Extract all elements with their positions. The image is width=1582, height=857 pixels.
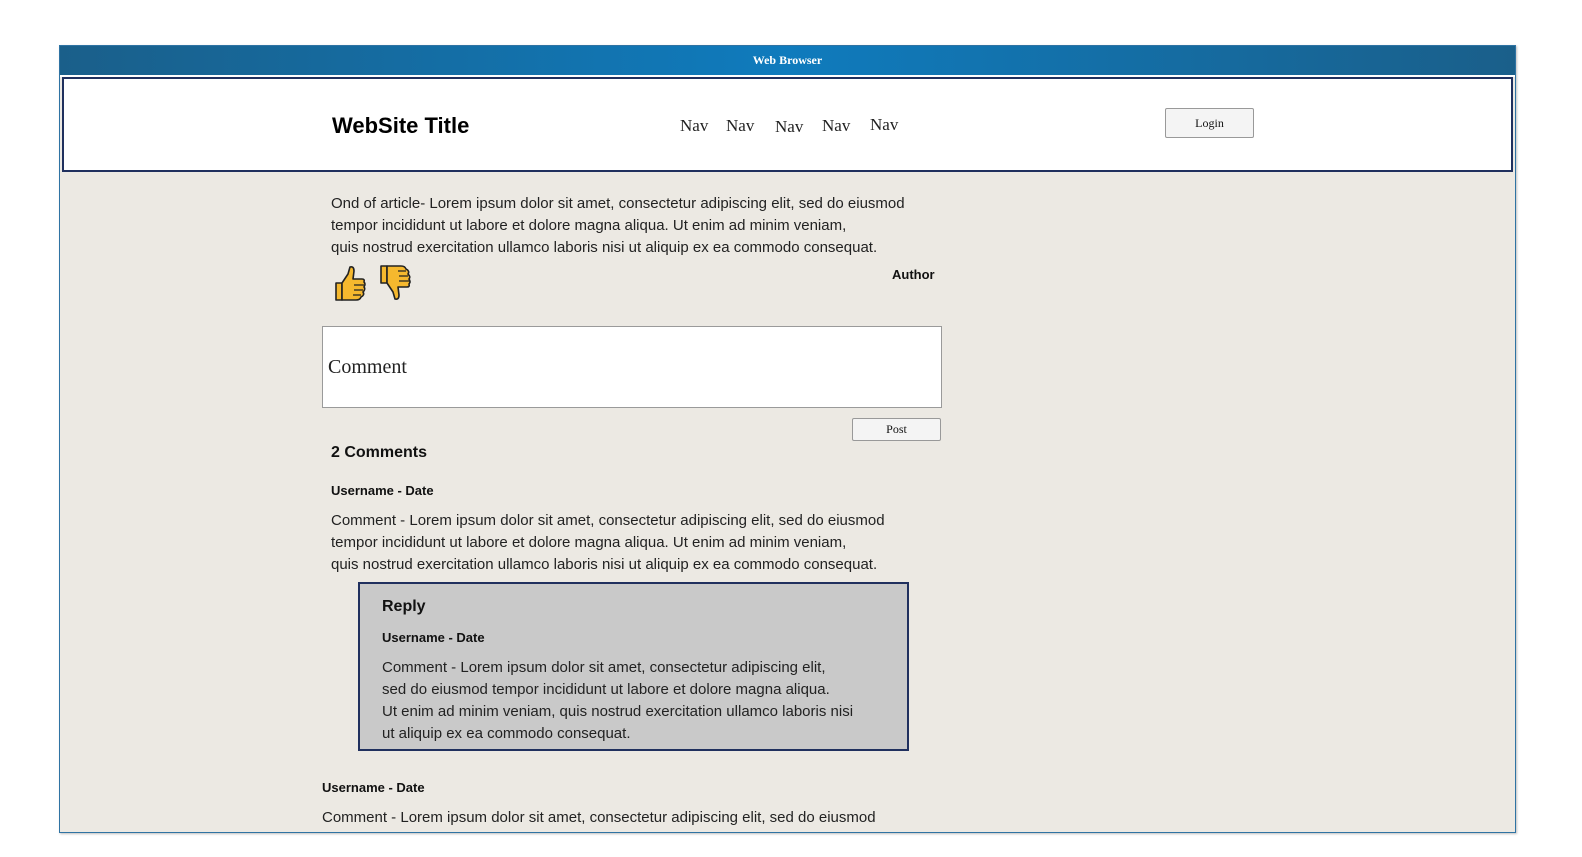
nav-link-3[interactable]: Nav [775, 117, 803, 137]
comment-2-meta: Username - Date [322, 780, 425, 795]
browser-window: Web Browser WebSite Title Nav Nav Nav Na… [59, 45, 1516, 833]
reply-box: Reply Username - Date Comment - Lorem ip… [358, 582, 909, 751]
article-author: Author [892, 267, 935, 282]
comment-1-meta: Username - Date [331, 483, 434, 498]
comment-1-text: Comment - Lorem ipsum dolor sit amet, co… [331, 512, 885, 573]
site-title: WebSite Title [332, 113, 470, 138]
thumbs-up-icon[interactable] [332, 265, 368, 303]
nav-link-2[interactable]: Nav [726, 116, 754, 136]
site-header: WebSite Title Nav Nav Nav Nav Nav Login [62, 77, 1513, 172]
login-button[interactable]: Login [1165, 108, 1254, 138]
nav-link-1[interactable]: Nav [680, 116, 708, 136]
reply-title: Reply [382, 598, 426, 615]
reply-meta: Username - Date [382, 630, 485, 645]
comments-count: 2 Comments [331, 444, 428, 461]
browser-title-bar: Web Browser [60, 46, 1515, 77]
nav-link-4[interactable]: Nav [822, 116, 850, 136]
nav-link-5[interactable]: Nav [870, 115, 898, 135]
article-text: Ond of article- Lorem ipsum dolor sit am… [331, 195, 905, 256]
reply-text: Comment - Lorem ipsum dolor sit amet, co… [382, 659, 854, 742]
post-button[interactable]: Post [852, 418, 941, 441]
comment-input[interactable] [322, 326, 942, 408]
comment-2-text: Comment - Lorem ipsum dolor sit amet, co… [322, 809, 876, 826]
thumbs-down-icon[interactable] [377, 263, 413, 301]
